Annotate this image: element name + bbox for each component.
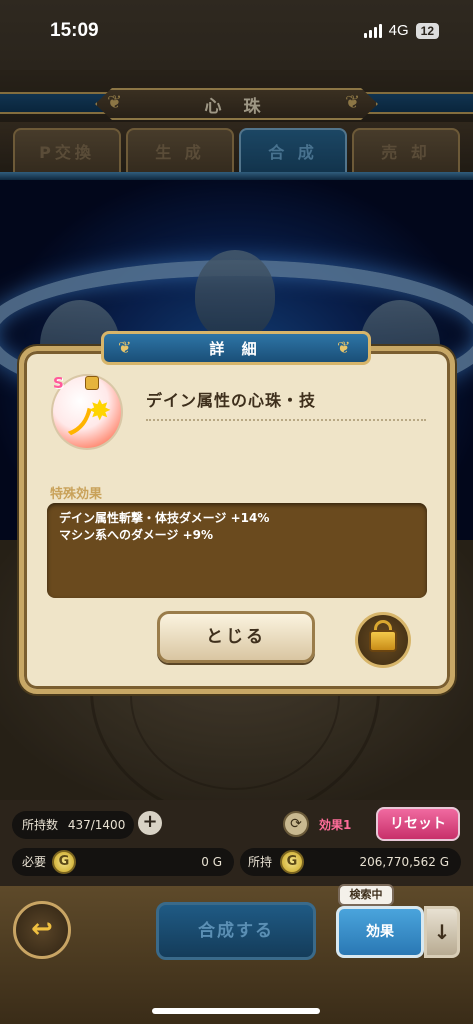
signal-icon (363, 23, 382, 38)
status-right: 4G 12 (363, 22, 439, 39)
effects-box: デイン属性斬撃・体技ダメージ +14% マシン系へのダメージ +9% (47, 503, 427, 598)
back-button[interactable]: ↩ (13, 901, 71, 959)
gold-coin-icon: G (52, 850, 76, 874)
searching-badge: 検索中 (338, 884, 394, 906)
effect-filter-label[interactable]: 効果1 (319, 816, 351, 833)
reset-button[interactable]: リセット (376, 807, 460, 841)
effect-filter-icon[interactable]: ⟳ (283, 811, 309, 837)
gold-value: 206,770,562 G (359, 855, 449, 869)
cost-label: 必要 (22, 855, 47, 869)
special-effect-label: 特殊効果 (50, 487, 103, 502)
held-count-pill: 所持数 437/1400 (12, 811, 134, 839)
lightning-sparkle-icon: ✸ (88, 394, 112, 427)
name-divider (146, 419, 426, 421)
effect-filter-button[interactable]: 効果 (336, 906, 424, 958)
gold-pill: 所持 206,770,562 G (240, 848, 461, 876)
lock-icon (369, 630, 397, 652)
close-button[interactable]: とじる (157, 611, 315, 663)
lock-mini-icon (85, 376, 99, 390)
item-name: デイン属性の心珠・技 (146, 391, 317, 410)
held-value: 437/1400 (67, 818, 126, 832)
status-bar: 15:09 4G 12 (0, 0, 473, 70)
cost-value: 0 G (201, 855, 222, 869)
effect-line: デイン属性斬撃・体技ダメージ +14% (59, 511, 270, 525)
dialog-fleur-left-icon: ❦ (118, 338, 132, 357)
held-label: 所持数 (22, 818, 59, 832)
dialog-title: 詳 細 (209, 340, 263, 358)
dialog-fleur-right-icon: ❦ (337, 338, 351, 357)
sort-order-button[interactable]: ↓ (424, 906, 460, 958)
cost-pill: 必要 0 G (12, 848, 234, 876)
compose-button[interactable]: 合成する (156, 902, 316, 960)
effect-line: マシン系へのダメージ +9% (59, 528, 214, 542)
expand-capacity-button[interactable]: + (138, 811, 162, 835)
gold-label: 所持 (248, 855, 273, 869)
battery-icon: 12 (415, 22, 439, 39)
status-time: 15:09 (50, 20, 99, 41)
rank-badge: S (53, 374, 64, 392)
gold-coin-icon: G (280, 850, 304, 874)
network-label: 4G (388, 22, 409, 39)
home-indicator[interactable] (152, 1008, 320, 1014)
